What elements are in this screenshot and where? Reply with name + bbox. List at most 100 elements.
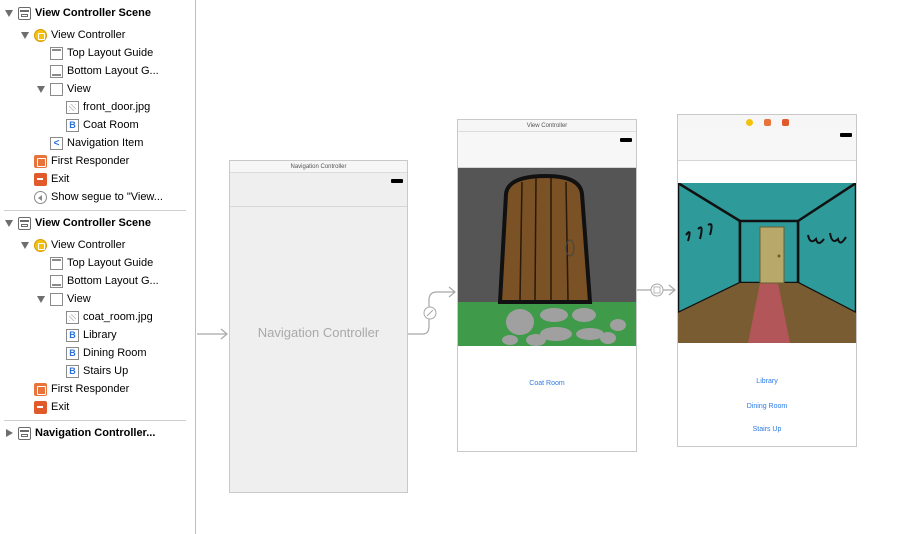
view-controller-icon[interactable]	[746, 119, 753, 126]
view-icon	[50, 82, 63, 96]
outline-row-bottom-layout-guide-1[interactable]: Bottom Layout G...	[50, 62, 159, 80]
battery-icon	[840, 133, 852, 137]
outline-row-scene-1[interactable]: View Controller Scene	[4, 4, 151, 22]
outline-row-top-layout-guide-1[interactable]: Top Layout Guide	[50, 44, 153, 62]
image-view-icon	[66, 310, 79, 324]
disclosure-triangle-icon[interactable]	[20, 30, 30, 40]
front-door-image	[458, 168, 636, 346]
scene-icon	[18, 6, 31, 20]
layout-guide-icon	[50, 46, 63, 60]
button-icon: B	[66, 328, 79, 342]
segue-icon	[34, 190, 47, 204]
disclosure-triangle-icon[interactable]	[4, 428, 14, 438]
layout-guide-icon	[50, 274, 63, 288]
outline-row-front-door-image[interactable]: front_door.jpg	[66, 98, 150, 116]
outline-row-exit-1[interactable]: Exit	[34, 170, 69, 188]
button-icon: B	[66, 364, 79, 378]
outline-row-first-responder-1[interactable]: First Responder	[34, 152, 129, 170]
coat-room-scene[interactable]: Library Dining Room Stairs Up	[677, 114, 857, 447]
navigation-bar	[458, 132, 636, 168]
disclosure-triangle-icon[interactable]	[4, 8, 14, 18]
stairs-up-button[interactable]: Stairs Up	[678, 426, 856, 433]
scene-title: View Controller	[458, 120, 636, 132]
outline-row-label: coat_room.jpg	[83, 311, 153, 323]
exit-icon[interactable]	[782, 119, 789, 126]
scene-title: Navigation Controller	[230, 161, 407, 173]
outline-row-label: Bottom Layout G...	[67, 65, 159, 77]
outline-row-label: Navigation Controller...	[35, 427, 156, 439]
outline-row-label: Exit	[51, 401, 70, 413]
outline-row-first-responder-2[interactable]: First Responder	[34, 380, 129, 398]
coat-room-image	[678, 183, 856, 343]
outline-row-label: View Controller	[51, 29, 126, 41]
outline-row-label: View	[67, 83, 91, 95]
outline-row-label: Show segue to "View...	[51, 191, 163, 203]
outline-row-coat-room-button[interactable]: B Coat Room	[66, 116, 139, 134]
outline-row-label: Coat Room	[83, 119, 139, 131]
button-icon: B	[66, 346, 79, 360]
navigation-item-icon: <	[50, 136, 63, 150]
outline-row-label: First Responder	[51, 383, 130, 395]
scene-icon	[18, 216, 31, 230]
view-icon	[50, 292, 63, 306]
outline-row-navigation-item[interactable]: < Navigation Item	[50, 134, 143, 152]
outline-row-exit-2[interactable]: Exit	[34, 398, 69, 416]
outline-row-label: First Responder	[51, 155, 130, 167]
library-button[interactable]: Library	[678, 378, 856, 385]
navigation-controller-scene[interactable]: Navigation Controller Navigation Control…	[229, 160, 408, 493]
layout-guide-icon	[50, 256, 63, 270]
outline-row-label: Navigation Item	[67, 137, 144, 149]
view-controller-icon	[34, 28, 47, 42]
outline-row-view-1[interactable]: View	[36, 80, 91, 98]
first-responder-icon	[34, 154, 47, 168]
outline-row-dining-room-button[interactable]: B Dining Room	[66, 344, 147, 362]
outline-row-label: Library	[83, 329, 117, 341]
outline-row-label: View Controller	[51, 239, 126, 251]
outline-row-label: Dining Room	[83, 347, 147, 359]
outline-row-label: Top Layout Guide	[67, 257, 154, 269]
show-segue-icon[interactable]	[650, 283, 664, 297]
outline-row-view-controller-2[interactable]: View Controller	[20, 236, 125, 254]
view-controller-icon	[34, 238, 47, 252]
disclosure-triangle-icon[interactable]	[20, 240, 30, 250]
outline-row-library-button[interactable]: B Library	[66, 326, 117, 344]
outline-row-view-controller-1[interactable]: View Controller	[20, 26, 125, 44]
document-outline: View Controller Scene View Controller To…	[0, 0, 196, 534]
exit-icon	[34, 400, 47, 414]
outline-row-label: View Controller Scene	[35, 7, 151, 19]
outline-row-stairs-up-button[interactable]: B Stairs Up	[66, 362, 128, 380]
navigation-controller-placeholder: Navigation Controller	[257, 325, 380, 340]
disclosure-triangle-icon[interactable]	[36, 294, 46, 304]
layout-guide-icon	[50, 64, 63, 78]
outline-row-label: View Controller Scene	[35, 217, 151, 229]
outline-row-coat-room-image[interactable]: coat_room.jpg	[66, 308, 153, 326]
disclosure-triangle-icon[interactable]	[4, 218, 14, 228]
outline-row-label: front_door.jpg	[83, 101, 151, 113]
storyboard-canvas[interactable]: Navigation Controller Navigation Control…	[197, 0, 903, 534]
navigation-bar	[230, 173, 407, 207]
front-door-scene[interactable]: View Controller Coat Room	[457, 119, 637, 452]
image-view-icon	[66, 100, 79, 114]
outline-row-label: View	[67, 293, 91, 305]
exit-icon	[34, 172, 47, 186]
outline-row-label: Exit	[51, 173, 70, 185]
dining-room-button[interactable]: Dining Room	[678, 403, 856, 410]
outline-row-top-layout-guide-2[interactable]: Top Layout Guide	[50, 254, 153, 272]
outline-row-view-2[interactable]: View	[36, 290, 91, 308]
scene-icon	[18, 426, 31, 440]
outline-divider	[4, 210, 186, 211]
outline-row-scene-2[interactable]: View Controller Scene	[4, 214, 151, 232]
button-icon: B	[66, 118, 79, 132]
battery-icon	[620, 138, 632, 142]
outline-row-navigation-controller-scene[interactable]: Navigation Controller...	[4, 424, 155, 442]
outline-row-bottom-layout-guide-2[interactable]: Bottom Layout G...	[50, 272, 159, 290]
scene-dock	[678, 115, 856, 129]
disclosure-triangle-icon[interactable]	[36, 84, 46, 94]
outline-row-label: Stairs Up	[83, 365, 129, 377]
outline-divider	[4, 420, 186, 421]
coat-room-button[interactable]: Coat Room	[458, 380, 636, 387]
first-responder-icon[interactable]	[764, 119, 771, 126]
navigation-bar	[678, 129, 856, 161]
outline-row-show-segue[interactable]: Show segue to "View...	[34, 188, 163, 206]
outline-row-label: Bottom Layout G...	[67, 275, 159, 287]
